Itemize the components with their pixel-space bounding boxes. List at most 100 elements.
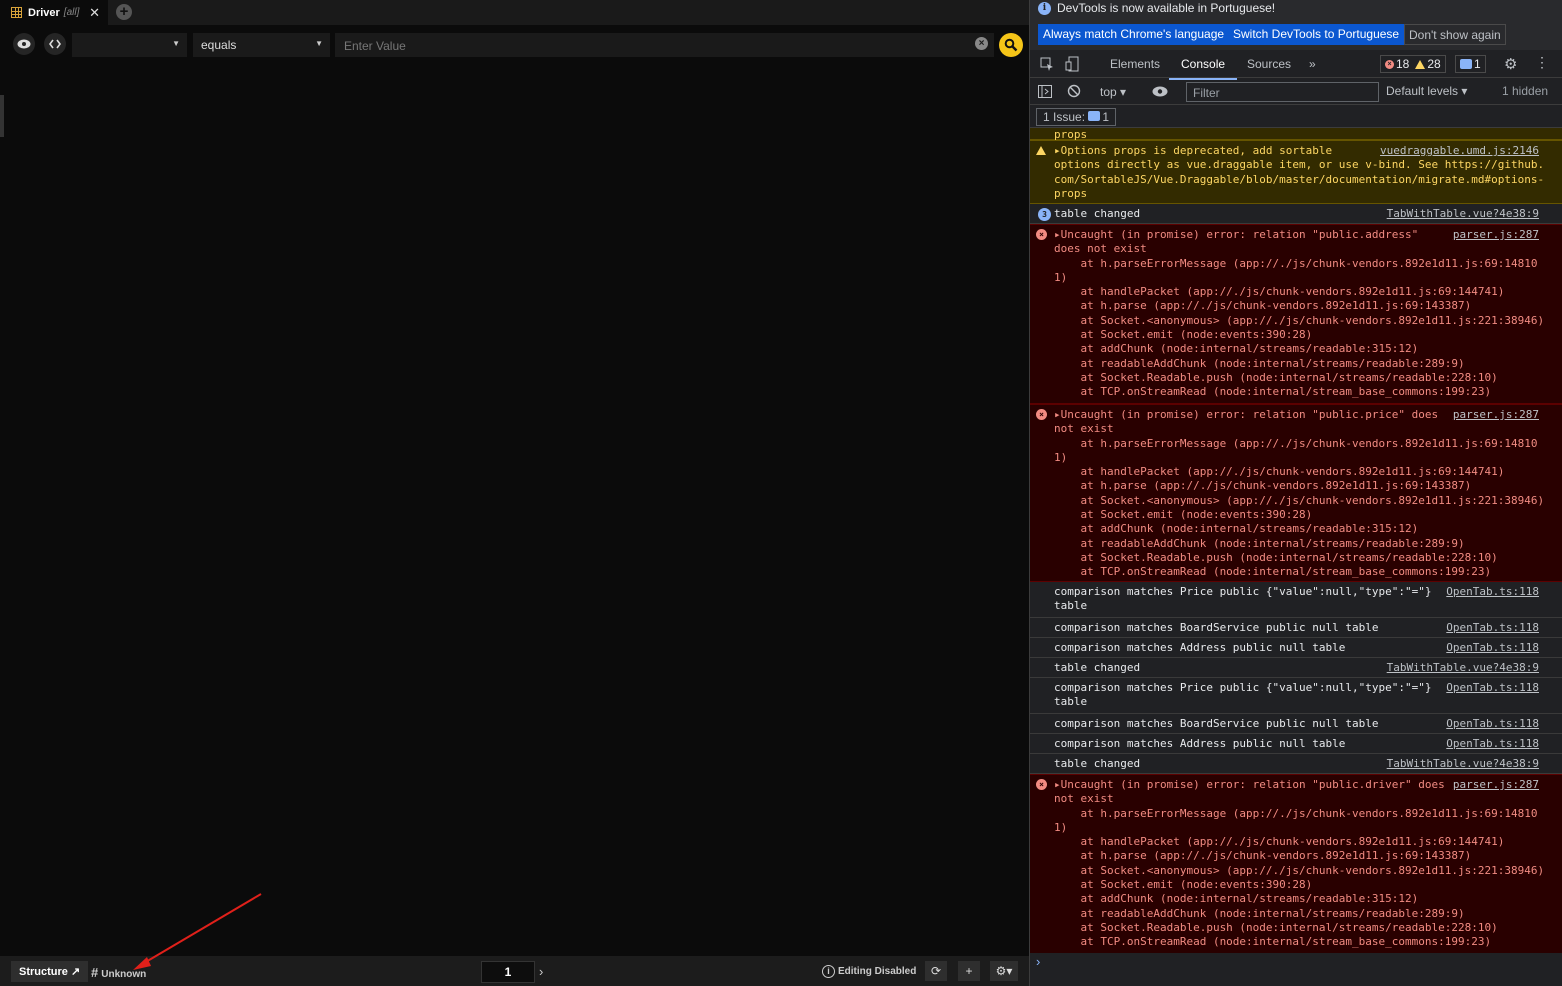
- language-infobar: i DevTools is now available in Portuguese…: [1030, 0, 1562, 50]
- console-message-text: comparison matches BoardService public n…: [1054, 717, 1379, 730]
- issues-button[interactable]: 1 Issue: 1: [1036, 108, 1117, 126]
- message-icon: [1088, 111, 1101, 121]
- issues-label: 1 Issue:: [1043, 110, 1086, 124]
- error-icon: ×: [1036, 409, 1047, 420]
- hash-icon: #: [91, 965, 99, 980]
- column-select[interactable]: ▼: [72, 33, 187, 57]
- source-link[interactable]: OpenTab.ts:118: [1446, 681, 1539, 695]
- filter-value-input[interactable]: Enter Value: [335, 33, 994, 57]
- console-log[interactable]: comparison matches Price public {"value"…: [1030, 678, 1562, 714]
- tab-console[interactable]: Console: [1168, 57, 1238, 80]
- console-prompt[interactable]: ›: [1036, 954, 1040, 969]
- console-log[interactable]: comparison matches BoardService public n…: [1030, 618, 1562, 638]
- settings-gear-icon[interactable]: ⚙: [1504, 55, 1517, 73]
- kebab-menu-icon[interactable]: ⋮: [1535, 54, 1549, 71]
- chevron-down-icon: ▼: [315, 39, 323, 48]
- console-message-text: ▸Uncaught (in promise) error: relation "…: [1054, 778, 1545, 949]
- app-window: Driver [all] ✕ + ▼ equals ▼ Enter Value ×…: [0, 0, 1562, 986]
- operator-value: equals: [201, 38, 237, 52]
- console-log[interactable]: comparison matches Price public {"value"…: [1030, 582, 1562, 618]
- console-toolbar: top ▾ Filter Default levels ▾ 1 hidden: [1030, 79, 1562, 105]
- tab-title: Driver: [28, 6, 60, 19]
- dont-show-button[interactable]: Don't show again: [1404, 24, 1506, 45]
- annotation-arrow: [133, 893, 262, 970]
- issues-count: 1: [1102, 110, 1110, 124]
- switch-language-button[interactable]: Switch DevTools to Portuguese: [1228, 24, 1405, 45]
- source-link[interactable]: OpenTab.ts:118: [1446, 717, 1539, 731]
- source-link[interactable]: OpenTab.ts:118: [1446, 641, 1539, 655]
- gear-icon[interactable]: ⚙▾: [990, 961, 1018, 981]
- levels-select[interactable]: Default levels ▾: [1386, 84, 1467, 98]
- console-warning[interactable]: props: [1030, 128, 1562, 141]
- warning-icon: [1036, 146, 1046, 155]
- structure-button[interactable]: Structure ↗: [11, 961, 89, 982]
- scrollbar[interactable]: [0, 95, 4, 137]
- operator-select[interactable]: equals ▼: [193, 33, 330, 57]
- table-icon: [11, 7, 22, 18]
- warning-icon: [1415, 59, 1426, 69]
- next-page-icon[interactable]: ›: [539, 964, 543, 979]
- source-link[interactable]: parser.js:287: [1453, 408, 1539, 422]
- source-link[interactable]: TabWithTable.vue?4e38:9: [1387, 757, 1539, 771]
- add-tab-button[interactable]: +: [116, 4, 132, 20]
- device-icon: [1065, 56, 1079, 72]
- tab-driver[interactable]: Driver [all] ✕: [0, 0, 108, 25]
- console-message-text: comparison matches BoardService public n…: [1054, 621, 1379, 634]
- source-link[interactable]: vuedraggable.umd.js:2146: [1380, 144, 1539, 158]
- tab-elements[interactable]: Elements: [1110, 57, 1160, 71]
- console-log[interactable]: comparison matches BoardService public n…: [1030, 714, 1562, 734]
- inspect-icon: [1040, 57, 1053, 71]
- error-count: 18: [1396, 57, 1410, 71]
- console-message-text: comparison matches Price public {"value"…: [1054, 681, 1432, 709]
- error-icon: ×: [1036, 229, 1047, 240]
- console-error[interactable]: × ▸Uncaught (in promise) error: relation …: [1030, 774, 1562, 953]
- console-log[interactable]: table changed TabWithTable.vue?4e38:9: [1030, 754, 1562, 774]
- error-icon: ×: [1385, 59, 1394, 69]
- code-icon[interactable]: [44, 33, 66, 55]
- issue-counters[interactable]: × 18 28: [1380, 55, 1446, 73]
- eye-icon[interactable]: [13, 33, 35, 55]
- add-row-icon[interactable]: +: [958, 961, 980, 981]
- query-pane: Driver [all] ✕ + ▼ equals ▼ Enter Value ×…: [0, 0, 1029, 986]
- match-language-button[interactable]: Always match Chrome's language: [1038, 24, 1230, 45]
- console-message-text: table changed: [1054, 757, 1141, 770]
- tab-scope: [all]: [63, 7, 80, 18]
- source-link[interactable]: OpenTab.ts:118: [1446, 737, 1539, 751]
- console-warning[interactable]: ▸Options props is deprecated, add sortab…: [1030, 140, 1562, 204]
- close-icon[interactable]: ✕: [89, 5, 100, 21]
- more-tabs-icon[interactable]: »: [1309, 57, 1316, 71]
- message-counter[interactable]: 1: [1455, 55, 1486, 73]
- console-output: props ▸Options props is deprecated, add s…: [1030, 128, 1562, 953]
- issues-bar: 1 Issue: 1: [1030, 106, 1562, 128]
- page-input[interactable]: 1: [481, 961, 535, 983]
- source-link[interactable]: parser.js:287: [1453, 228, 1539, 242]
- console-log[interactable]: comparison matches Address public null t…: [1030, 734, 1562, 754]
- context-select[interactable]: top ▾: [1100, 85, 1126, 99]
- console-error[interactable]: × ▸Uncaught (in promise) error: relation …: [1030, 404, 1562, 582]
- warning-count: 28: [1427, 57, 1441, 71]
- console-filter-input[interactable]: Filter: [1186, 82, 1379, 102]
- console-log[interactable]: 3 table changed TabWithTable.vue?4e38:9: [1030, 204, 1562, 224]
- clear-console-icon: [1067, 84, 1081, 98]
- editing-status: i Editing Disabled: [822, 965, 916, 978]
- source-link[interactable]: OpenTab.ts:118: [1446, 585, 1539, 599]
- source-link[interactable]: OpenTab.ts:118: [1446, 621, 1539, 635]
- refresh-icon[interactable]: ⟳: [925, 961, 947, 981]
- source-link[interactable]: parser.js:287: [1453, 778, 1539, 792]
- devtools-tabs: Elements Console Sources » × 18 28 1 ⚙ ⋮: [1030, 52, 1562, 80]
- console-log[interactable]: comparison matches Address public null t…: [1030, 638, 1562, 658]
- source-link[interactable]: TabWithTable.vue?4e38:9: [1387, 207, 1539, 221]
- tab-sources[interactable]: Sources: [1247, 57, 1291, 71]
- source-link[interactable]: TabWithTable.vue?4e38:9: [1387, 661, 1539, 675]
- context-value: top: [1100, 85, 1117, 99]
- tab-bar: Driver [all] ✕ +: [0, 0, 1029, 25]
- console-log[interactable]: table changed TabWithTable.vue?4e38:9: [1030, 658, 1562, 678]
- infobar-message: DevTools is now available in Portuguese!: [1057, 1, 1276, 15]
- info-icon: i: [822, 965, 835, 978]
- console-error[interactable]: × ▸Uncaught (in promise) error: relation …: [1030, 224, 1562, 404]
- repeat-count-badge: 3: [1038, 208, 1051, 221]
- search-button[interactable]: [999, 33, 1023, 57]
- info-icon: i: [1038, 1, 1051, 15]
- chevron-down-icon: ▼: [172, 39, 180, 48]
- clear-icon[interactable]: ×: [975, 37, 988, 50]
